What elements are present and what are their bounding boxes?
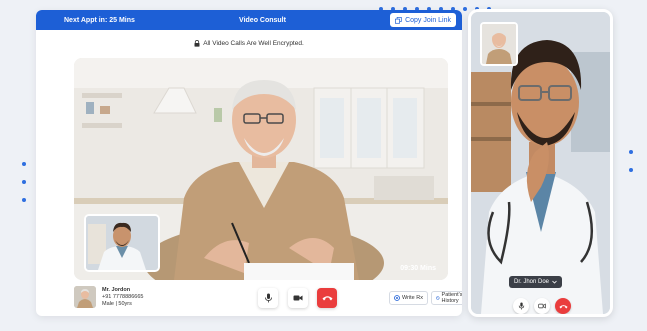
- prescription-icon: [394, 295, 400, 301]
- hang-up-icon: [322, 296, 332, 301]
- call-controls-bar: Mr. Jordon +91 7778886665 Male | 50yrs W…: [74, 286, 462, 310]
- doctor-name: Dr. Jhon Doe: [514, 279, 550, 285]
- phone-camera-button[interactable]: [534, 298, 550, 314]
- patient-details: Male | 50yrs: [102, 301, 132, 307]
- next-appointment-text: Next Appt in: 25 Mins: [64, 16, 135, 24]
- patient-pip[interactable]: [480, 22, 518, 66]
- chevron-down-icon: [552, 280, 557, 284]
- write-rx-button[interactable]: Write Rx: [389, 291, 428, 305]
- copy-icon: [395, 16, 402, 24]
- patient-info: Mr. Jordon +91 7778886665 Male | 50yrs: [102, 287, 143, 308]
- mute-microphone-button[interactable]: [258, 288, 278, 308]
- video-camera-icon: [538, 303, 546, 309]
- patients-history-label: Patient's History: [441, 292, 462, 304]
- end-call-button[interactable]: [317, 288, 337, 308]
- toggle-camera-button[interactable]: [288, 288, 308, 308]
- patient-name: Mr. Jordon: [102, 287, 131, 293]
- patient-pip-scene: [482, 24, 516, 64]
- consult-title: Video Consult: [239, 16, 286, 24]
- doctor-mobile-view: Dr. Jhon Doe: [468, 9, 613, 317]
- history-icon: [436, 296, 440, 300]
- encryption-text: All Video Calls Are Well Encrypted.: [203, 40, 304, 47]
- patient-phone: +91 7778886665: [102, 294, 144, 300]
- lock-icon: [194, 40, 200, 47]
- copy-join-link-label: Copy Join Link: [405, 16, 451, 24]
- consult-header: Next Appt in: 25 Mins Video Consult Copy…: [36, 10, 462, 30]
- patient-avatar-image: [74, 286, 96, 308]
- self-view-pip[interactable]: [84, 214, 160, 272]
- copy-join-link-button[interactable]: Copy Join Link: [390, 13, 456, 27]
- microphone-icon: [518, 302, 524, 310]
- write-rx-label: Write Rx: [402, 295, 423, 301]
- microphone-icon: [264, 293, 272, 303]
- patients-history-button[interactable]: Patient's History: [431, 291, 462, 305]
- call-duration: 09:30 Mins: [400, 265, 436, 272]
- doctor-name-tag[interactable]: Dr. Jhon Doe: [509, 276, 563, 288]
- hang-up-icon: [558, 304, 568, 309]
- phone-mic-button[interactable]: [513, 298, 529, 314]
- doctor-thumbnail-scene: [86, 216, 158, 270]
- patient-video-feed: 09:30 Mins: [74, 58, 448, 280]
- phone-end-call-button[interactable]: [555, 298, 571, 314]
- video-consult-window: Next Appt in: 25 Mins Video Consult Copy…: [36, 10, 462, 316]
- encryption-notice: All Video Calls Are Well Encrypted.: [36, 40, 462, 47]
- patient-avatar: [74, 286, 96, 308]
- video-camera-icon: [293, 295, 303, 301]
